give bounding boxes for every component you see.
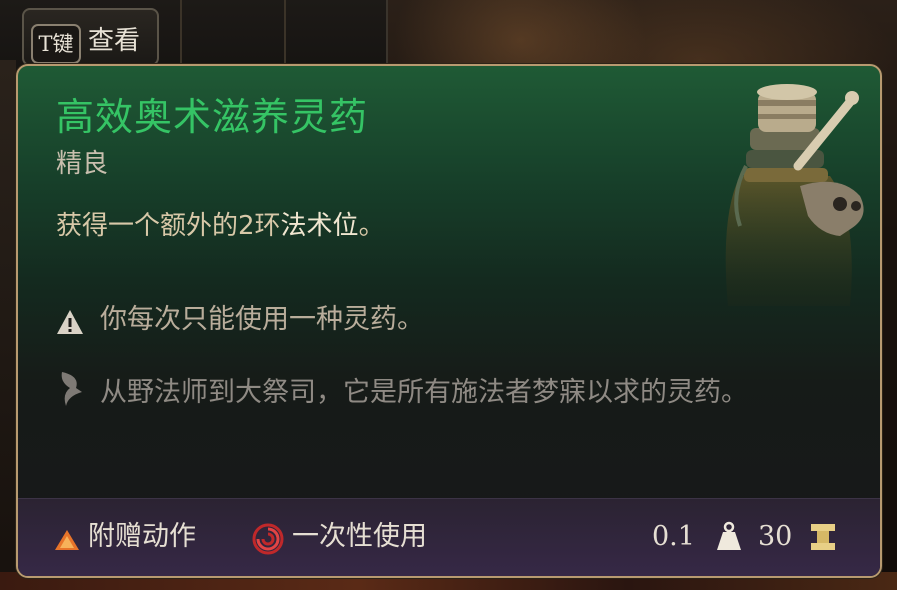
action-type-label: 附赠动作 <box>88 521 196 552</box>
usage-label: 一次性使用 <box>292 521 427 552</box>
item-rarity: 精良 <box>56 149 109 179</box>
item-description: 获得一个额外的2环法术位。 <box>56 208 385 244</box>
inspect-key-hint[interactable]: T键 查看 <box>22 8 159 66</box>
lore-text: 从野法师到大祭司，它是所有施法者梦寐以求的灵药。 <box>100 377 748 408</box>
key-cap-t: T键 <box>31 24 81 64</box>
quill-icon <box>61 372 82 406</box>
item-tooltip: 高效奥术滋养灵药 精良 获得一个额外的2环法术位。 你每次只能使用一种灵药。 从… <box>16 64 882 578</box>
warning-text: 你每次只能使用一种灵药。 <box>100 304 424 335</box>
description-text: 获得一个额外的2环 <box>56 211 281 241</box>
spell-slot-link[interactable]: 法术位 <box>281 211 359 241</box>
tooltip-footer: 附赠动作 一次性使用 0.1 30 <box>18 498 880 576</box>
weight-value: 0.1 <box>652 521 695 552</box>
gold-value: 30 <box>758 521 793 552</box>
gold-coin-icon <box>811 524 835 550</box>
warning-triangle-icon <box>57 310 83 334</box>
inspect-label: 查看 <box>88 26 141 56</box>
description-end: 。 <box>358 211 385 241</box>
elixir-flask-icon <box>725 84 864 306</box>
weight-icon <box>717 521 741 550</box>
single-use-swirl-icon <box>252 523 284 555</box>
item-title: 高效奥术滋养灵药 <box>56 95 369 139</box>
bonus-action-triangle-icon <box>55 530 79 550</box>
inventory-panel-left-edge <box>0 60 16 590</box>
